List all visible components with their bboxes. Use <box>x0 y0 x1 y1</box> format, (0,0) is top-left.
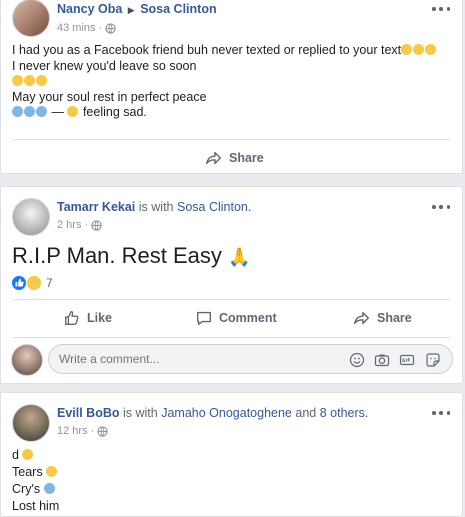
crying-emoji-icon <box>36 106 47 117</box>
emoji-icon[interactable] <box>349 352 365 368</box>
post-evill-bobo: Evill BoBo is with Jamaho Onogatoghene a… <box>0 392 463 517</box>
sad-reaction-icon <box>27 276 41 290</box>
post-line: d <box>12 448 19 462</box>
globe-icon <box>97 425 108 437</box>
camera-icon[interactable] <box>374 352 390 368</box>
sad-emoji-icon <box>401 44 413 55</box>
sad-emoji-icon <box>413 44 425 55</box>
sad-emoji-icon <box>425 44 437 55</box>
globe-icon <box>105 22 116 34</box>
author-name[interactable]: Tamarr Kekai <box>57 200 135 214</box>
post-line: I had you as a Facebook friend buh never… <box>12 43 402 57</box>
comment-button[interactable]: Comment <box>195 309 277 327</box>
crying-emoji-icon <box>12 106 23 117</box>
post-meta: 12 hrs · <box>57 424 108 438</box>
with-text: is with <box>123 406 158 420</box>
gif-icon[interactable] <box>399 352 415 368</box>
reaction-count: 7 <box>46 276 53 290</box>
with-text: is with <box>138 200 174 214</box>
author-name[interactable]: Nancy Oba <box>57 2 122 16</box>
post-meta: 2 hrs · <box>57 218 102 232</box>
post-line: May your soul rest in perfect peace <box>12 89 207 104</box>
globe-icon <box>91 219 102 231</box>
share-icon <box>354 311 370 325</box>
more-icon[interactable] <box>432 202 450 212</box>
like-button[interactable]: Like <box>63 309 112 327</box>
comment-icon <box>197 311 211 325</box>
comment-input[interactable] <box>59 352 319 366</box>
timestamp[interactable]: 2 hrs <box>57 218 81 232</box>
target-name[interactable]: Sosa Clinton <box>140 2 216 16</box>
timestamp[interactable]: 43 mins <box>57 21 96 35</box>
timestamp[interactable]: 12 hrs <box>57 424 88 438</box>
tear-emoji-icon <box>24 75 35 86</box>
pensive-emoji-icon <box>22 449 34 460</box>
headline-text: R.I.P Man. Rest Easy <box>12 243 222 268</box>
sad-emoji-icon <box>67 106 79 117</box>
commenter-avatar[interactable] <box>11 344 43 376</box>
tear-emoji-icon <box>36 75 47 86</box>
avatar[interactable] <box>12 198 50 236</box>
divider <box>13 139 450 140</box>
avatar[interactable] <box>12 0 50 37</box>
avatar[interactable] <box>12 404 50 442</box>
arrow-icon: ▶ <box>127 5 135 15</box>
author-name[interactable]: Evill BoBo <box>57 406 120 420</box>
divider <box>13 337 450 338</box>
reactions-summary[interactable]: 7 <box>12 276 53 290</box>
post-line: Lost him <box>12 499 60 513</box>
tagged-name[interactable]: Jamaho Onogatoghene <box>161 406 292 420</box>
share-button[interactable]: Share <box>205 149 264 167</box>
tear-emoji-icon <box>46 466 58 477</box>
divider <box>13 299 450 300</box>
more-icon[interactable] <box>432 408 450 418</box>
share-label: Share <box>377 311 412 325</box>
post-line: Tears <box>12 465 43 479</box>
post-body: d Tears Cry's Lost him <box>12 447 59 515</box>
like-icon <box>65 311 79 325</box>
tagged-name[interactable]: Sosa Clinton. <box>177 200 251 214</box>
sticker-icon[interactable] <box>425 352 441 368</box>
comment-label: Comment <box>219 311 277 325</box>
post-headline: R.I.P Man. Rest Easy 🙏 <box>12 242 250 271</box>
and-text: and <box>295 406 317 420</box>
share-icon <box>206 151 222 165</box>
share-button[interactable]: Share <box>353 309 412 327</box>
like-label: Like <box>87 311 113 325</box>
post-nancy-oba: Nancy Oba ▶ Sosa Clinton 43 mins · I had… <box>0 0 463 174</box>
dash: — <box>51 105 68 119</box>
post-line: Cry's <box>12 482 41 496</box>
post-meta: 43 mins · <box>57 21 116 35</box>
feeling-text: feeling sad. <box>82 105 147 119</box>
crying-emoji-icon <box>43 483 55 494</box>
share-label: Share <box>229 151 264 165</box>
more-icon[interactable] <box>432 4 450 14</box>
comment-box[interactable] <box>48 344 453 374</box>
post-line: I never knew you'd leave so soon <box>12 58 197 73</box>
others-link[interactable]: 8 others. <box>320 406 369 420</box>
crying-emoji-icon <box>24 106 35 117</box>
like-reaction-icon <box>12 276 26 290</box>
tear-emoji-icon <box>12 75 23 86</box>
post-body: I had you as a Facebook friend buh never… <box>12 43 457 121</box>
pray-emoji-icon: 🙏 <box>228 247 251 267</box>
